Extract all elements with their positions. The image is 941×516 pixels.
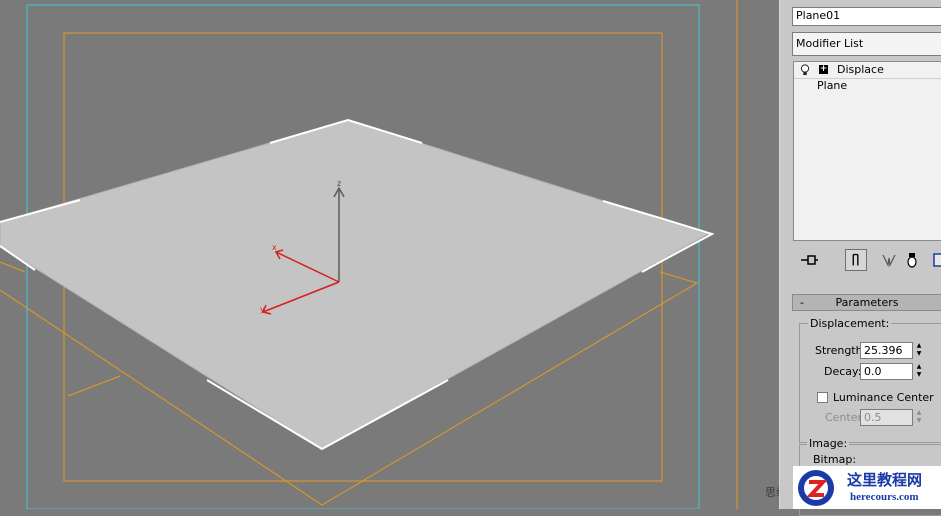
x-axis-label: x bbox=[272, 243, 277, 252]
lightbulb-icon[interactable] bbox=[800, 64, 810, 76]
strength-input[interactable]: 25.396 bbox=[860, 342, 913, 359]
z-axis-label: z bbox=[337, 179, 341, 188]
command-panel: Plane01 Modifier List + Displace Plane -… bbox=[779, 0, 941, 516]
stack-item-displace[interactable]: + Displace bbox=[794, 62, 941, 79]
strength-spinner[interactable]: ▲ ▼ bbox=[914, 342, 924, 359]
remove-modifier-icon[interactable] bbox=[901, 249, 923, 271]
object-name-field[interactable]: Plane01 bbox=[792, 7, 941, 26]
show-end-result-icon[interactable] bbox=[845, 249, 867, 271]
modifier-list-dropdown[interactable]: Modifier List bbox=[792, 32, 941, 56]
center-spinner[interactable]: ▲ ▼ bbox=[914, 409, 924, 426]
decay-label: Decay: bbox=[824, 365, 862, 378]
configure-sets-icon[interactable] bbox=[929, 249, 941, 271]
strength-label: Strength: bbox=[815, 344, 867, 357]
viewport-scene: z x y bbox=[0, 0, 738, 509]
parameters-rollout-header[interactable]: - Parameters bbox=[792, 294, 941, 311]
logo-badge-icon bbox=[798, 470, 834, 506]
stack-item-label: Plane bbox=[817, 79, 848, 92]
stack-toolbar bbox=[793, 247, 941, 273]
stack-item-label: Displace bbox=[837, 63, 884, 76]
stack-item-plane[interactable]: Plane bbox=[794, 78, 941, 94]
logo-text-cn: 这里教程网 bbox=[847, 471, 923, 489]
perspective-viewport[interactable]: z x y bbox=[0, 0, 779, 509]
site-logo: 这里教程网 herecours.com bbox=[793, 466, 941, 509]
bounding-box-edge bbox=[0, 261, 26, 273]
luminance-center-checkbox[interactable] bbox=[817, 392, 828, 403]
luminance-center-label: Luminance Center bbox=[833, 391, 934, 404]
displacement-group-label: Displacement: bbox=[808, 317, 892, 330]
expand-plus-icon[interactable]: + bbox=[819, 65, 828, 74]
logo-text-en: herecours.com bbox=[850, 491, 919, 503]
decay-input[interactable]: 0.0 bbox=[860, 363, 913, 380]
pin-stack-icon[interactable] bbox=[798, 249, 820, 271]
center-input[interactable]: 0.5 bbox=[860, 409, 913, 426]
collapse-minus-icon[interactable]: - bbox=[800, 295, 804, 310]
make-unique-icon[interactable] bbox=[878, 249, 900, 271]
rollout-title: Parameters bbox=[835, 296, 899, 309]
image-group-label: Image: bbox=[807, 437, 850, 450]
bitmap-label: Bitmap: bbox=[813, 453, 857, 466]
decay-spinner[interactable]: ▲ ▼ bbox=[914, 363, 924, 380]
plane-mesh[interactable] bbox=[0, 119, 710, 450]
bounding-box-edge bbox=[67, 375, 121, 397]
y-axis-label: y bbox=[260, 305, 265, 314]
modifier-stack: + Displace Plane bbox=[793, 61, 941, 241]
